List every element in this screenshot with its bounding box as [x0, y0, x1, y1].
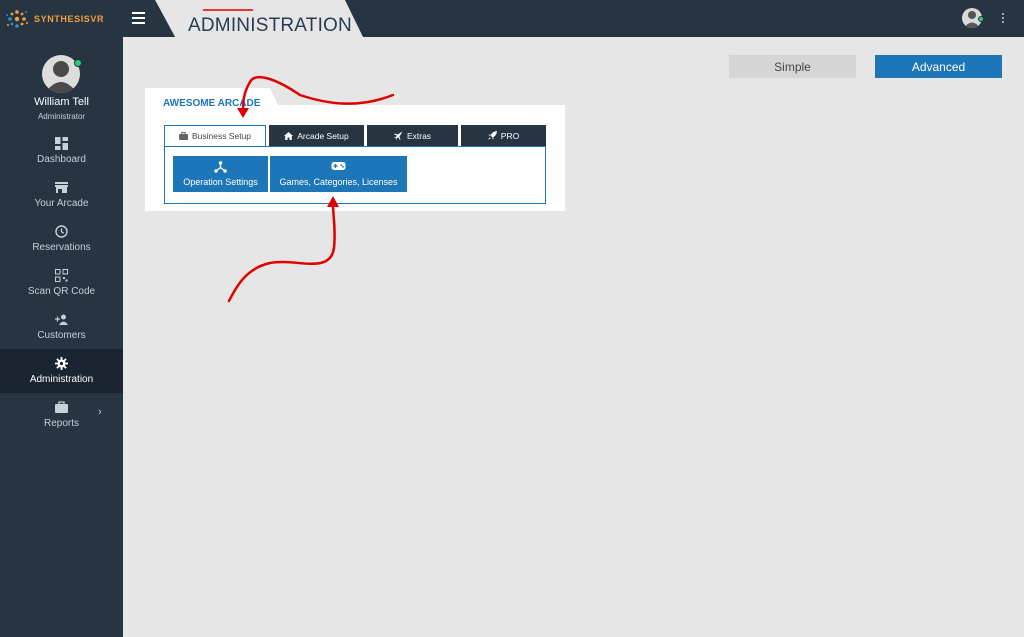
add-person-icon: [55, 314, 68, 325]
hub-icon: [214, 161, 227, 173]
tab-label: Business Setup: [191, 131, 252, 141]
sidebar-item-customers[interactable]: Customers: [0, 305, 123, 349]
tile-label: Games, Categories, Licenses: [279, 177, 398, 187]
operation-settings-tile[interactable]: Operation Settings: [173, 156, 268, 192]
synthesisvr-logo-icon: [6, 10, 28, 28]
tile-label: Operation Settings: [183, 177, 258, 187]
tab-label: PRO: [500, 130, 520, 141]
tab-arcade-setup[interactable]: Arcade Setup: [269, 125, 364, 146]
brand-logo[interactable]: SYNTHESISVR: [4, 4, 122, 34]
qr-code-icon: [55, 269, 68, 282]
sidebar-item-label: Scan QR Code: [27, 286, 96, 297]
tab-label: Extras: [406, 130, 432, 141]
gear-icon: [55, 357, 68, 370]
plane-icon: [393, 131, 403, 140]
profile-online-status-icon: [74, 59, 82, 67]
sidebar-item-label: Reports: [43, 418, 79, 429]
tab-business-setup[interactable]: Business Setup: [164, 125, 266, 146]
sidebar-item-label: Reservations: [32, 242, 91, 253]
advanced-mode-button[interactable]: Advanced: [875, 55, 1002, 78]
tab-label: Arcade Setup: [297, 130, 349, 141]
brand-name: SYNTHESISVR: [34, 14, 105, 24]
gamepad-icon: [331, 162, 346, 170]
profile-name: William Tell: [34, 96, 89, 108]
hamburger-menu-icon[interactable]: [132, 12, 145, 24]
store-icon: [55, 182, 68, 193]
clock-icon: [55, 225, 68, 238]
sidebar-item-reports[interactable]: Reports ›: [0, 393, 123, 437]
simple-mode-button[interactable]: Simple: [729, 55, 856, 78]
tab-pro[interactable]: PRO: [461, 125, 546, 146]
sidebar-item-dashboard[interactable]: Dashboard: [0, 129, 123, 173]
sidebar-item-reservations[interactable]: Reservations: [0, 217, 123, 261]
sidebar-item-label: Customers: [37, 330, 86, 341]
sidebar-item-label: Administration: [29, 374, 94, 385]
top-bar: [0, 0, 1024, 37]
briefcase-icon: [178, 132, 188, 140]
sidebar-item-label: Dashboard: [37, 154, 86, 165]
online-status-icon: [978, 16, 984, 22]
page-title-accent: [203, 9, 253, 11]
sidebar-item-administration[interactable]: Administration: [0, 349, 123, 393]
home-icon: [284, 131, 294, 140]
sidebar-item-label: Your Arcade: [34, 198, 89, 209]
sidebar-item-scan-qr-code[interactable]: Scan QR Code: [0, 261, 123, 305]
sidebar: William Tell Administrator Dashboard You…: [0, 37, 123, 637]
card-title: AWESOME ARCADE: [163, 98, 261, 109]
dashboard-icon: [55, 137, 68, 150]
briefcase-icon: [55, 401, 68, 413]
profile-role: Administrator: [37, 112, 86, 121]
games-categories-licenses-tile[interactable]: Games, Categories, Licenses: [270, 156, 407, 192]
page-title: ADMINISTRATION: [188, 15, 352, 36]
chevron-right-icon: ›: [98, 406, 102, 418]
tab-extras[interactable]: Extras: [367, 125, 458, 146]
more-vertical-icon[interactable]: [1001, 13, 1005, 25]
rocket-icon: [487, 131, 497, 140]
annotation-arrow-to-games-tile: [227, 203, 336, 303]
sidebar-item-your-arcade[interactable]: Your Arcade: [0, 173, 123, 217]
